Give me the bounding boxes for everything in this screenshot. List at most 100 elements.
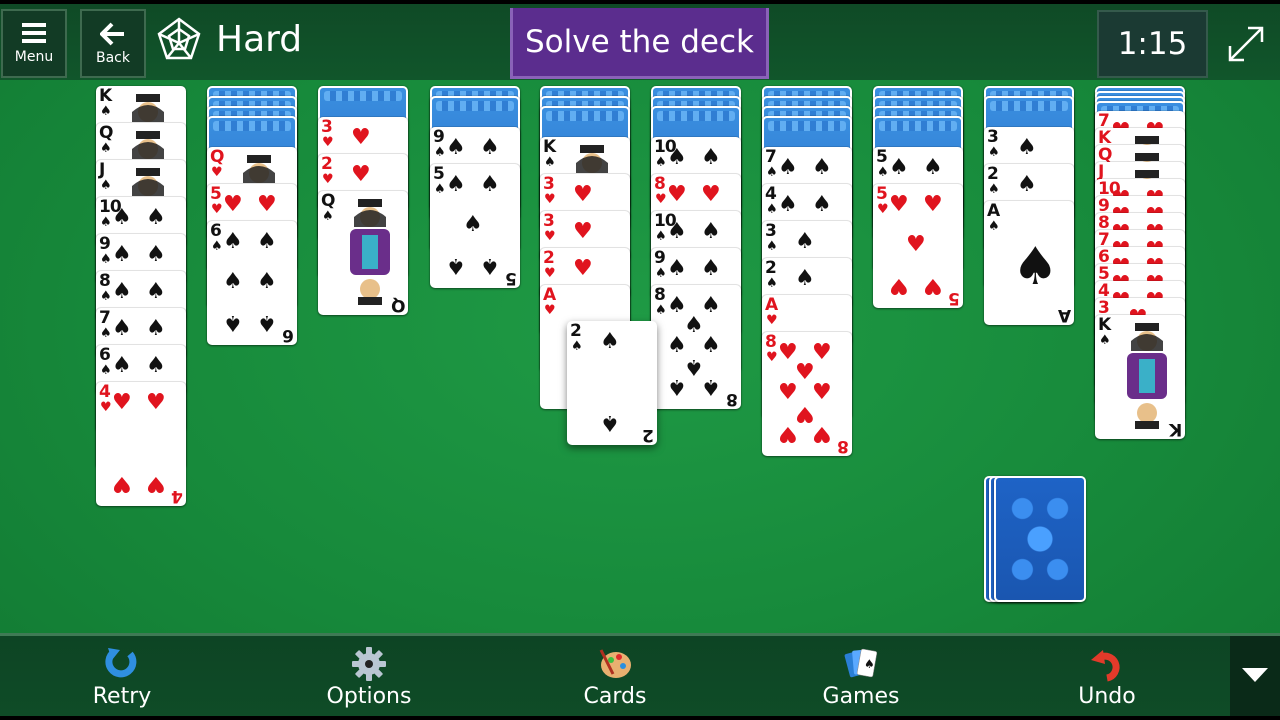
bottom-toolbar: Retry Options Cards ♠ Games Undo: [0, 633, 1280, 720]
card-rank: 7: [99, 308, 111, 328]
chevron-down-icon: [1242, 668, 1268, 682]
spade-icon: ♠: [100, 178, 112, 193]
card-rank: 6: [210, 221, 222, 241]
heart-icon: ♥: [544, 303, 556, 318]
card-rank: 8: [654, 285, 666, 305]
card-rank: Q: [99, 123, 113, 143]
card-rank: 7: [765, 147, 777, 167]
top-bar: Menu Back Hard Solve the deck 1:15: [0, 0, 1280, 80]
menu-button[interactable]: Menu: [1, 9, 67, 78]
card-rank: 9: [433, 127, 445, 147]
more-button[interactable]: [1230, 636, 1280, 716]
card-rank: 2: [987, 164, 999, 184]
spade-icon: ♠: [1099, 333, 1111, 348]
card-rank: K: [543, 137, 556, 157]
spade-icon: ♠: [778, 155, 798, 180]
spade-icon: ♠: [889, 155, 909, 180]
card-rank: 9: [99, 234, 111, 254]
card-rank: 2: [765, 258, 777, 278]
difficulty-title: Hard: [216, 18, 303, 60]
fullscreen-icon[interactable]: [1224, 22, 1268, 66]
card-rank: 5: [506, 268, 517, 288]
cards-button[interactable]: Cards: [555, 646, 675, 716]
menu-label: Menu: [14, 48, 54, 65]
heart-icon: ♥: [544, 192, 556, 207]
spade-icon: ♠: [655, 155, 667, 170]
card-Qs[interactable]: Q ♠ Q: [318, 191, 408, 315]
heart-icon: ♥: [778, 421, 798, 446]
undo-button[interactable]: Undo: [1047, 646, 1167, 716]
dragged-card[interactable]: 2 ♠ ♠ ♠ 2: [567, 321, 657, 445]
heart-icon: ♥: [112, 390, 132, 415]
card-rank: 3: [543, 211, 555, 231]
heart-icon: ♥: [351, 162, 371, 187]
spade-icon: ♠: [112, 242, 132, 267]
card-rank: Q: [391, 295, 405, 315]
spade-icon: ♠: [257, 229, 277, 254]
spade-icon: ♠: [480, 172, 500, 197]
spade-icon: ♠: [112, 279, 132, 304]
goal-banner: Solve the deck: [510, 8, 769, 79]
card-5h[interactable]: 5 ♥ ♥ ♥ ♥ ♥ ♥ 5: [873, 184, 963, 308]
card-rank: 4: [99, 382, 111, 402]
heart-icon: ♥: [544, 266, 556, 281]
back-button[interactable]: Back: [80, 9, 146, 78]
spade-icon: ♠: [211, 239, 223, 254]
heart-icon: ♥: [701, 182, 721, 207]
card-rank: 5: [210, 184, 222, 204]
face-card-art: [1117, 321, 1175, 433]
face-card-art: [340, 197, 398, 309]
undo-icon: [1091, 650, 1120, 682]
card-rank: A: [765, 295, 778, 315]
spade-icon: ♠: [923, 155, 943, 180]
options-button[interactable]: Options: [309, 646, 429, 716]
stock-card: [994, 476, 1086, 602]
spade-icon: ♠: [446, 172, 466, 197]
spade-icon: ♠: [600, 329, 620, 354]
back-label: Back: [96, 49, 130, 66]
heart-icon: ♥: [923, 192, 943, 217]
card-As[interactable]: A ♠ ♠ A: [984, 201, 1074, 325]
spade-icon: ♠: [701, 256, 721, 281]
heart-icon: ♥: [211, 165, 223, 180]
card-rank: 6: [99, 345, 111, 365]
card-rank: 5: [876, 147, 888, 167]
palette-icon: [599, 649, 631, 678]
retry-button[interactable]: Retry: [62, 646, 182, 716]
heart-icon: ♥: [812, 380, 832, 405]
card-8h[interactable]: 8 ♥ ♥ ♥ ♥ ♥ ♥ ♥ ♥ ♥ 8: [762, 332, 852, 456]
spade-icon: ♠: [766, 202, 778, 217]
spade-icon: ♠: [667, 374, 687, 399]
heart-icon: ♥: [257, 192, 277, 217]
heart-icon: ♥: [906, 232, 926, 257]
games-button[interactable]: ♠ Games: [801, 646, 921, 716]
heart-icon: ♥: [667, 182, 687, 207]
spade-icon: ♠: [655, 303, 667, 318]
heart-icon: ♥: [211, 202, 223, 217]
card-rank: 2: [543, 248, 555, 268]
card-rank: 4: [765, 184, 777, 204]
spade-icon: ♠: [667, 219, 687, 244]
stock-pile[interactable]: [984, 476, 1088, 604]
card-6s[interactable]: 6 ♠ ♠ ♠ ♠ ♠ ♠ ♠ 6: [207, 221, 297, 345]
spade-icon: ♠: [480, 135, 500, 160]
card-rank: 2: [570, 321, 582, 341]
spade-icon: ♠: [1017, 172, 1037, 197]
spade-icon: ♠: [655, 266, 667, 281]
card-4h[interactable]: 4 ♥ ♥ ♥ ♥ ♥ 4: [96, 382, 186, 506]
card-Ks[interactable]: K ♠ K: [1095, 315, 1185, 439]
spade-icon: ♠: [146, 316, 166, 341]
spade-icon: ♠: [463, 212, 483, 237]
retry-label: Retry: [92, 684, 152, 709]
card-rank: K: [99, 86, 112, 106]
heart-icon: ♥: [889, 273, 909, 298]
heart-icon: ♥: [112, 471, 132, 496]
spade-icon: ♠: [112, 353, 132, 378]
spade-icon: ♠: [812, 192, 832, 217]
spade-icon: ♠: [1012, 237, 1059, 297]
card-8s[interactable]: 8 ♠ ♠ ♠ ♠ ♠ ♠ ♠ ♠ ♠ 8: [651, 285, 741, 409]
card-rank: Q: [210, 147, 224, 167]
card-5s[interactable]: 5 ♠ ♠ ♠ ♠ ♠ ♠ 5: [430, 164, 520, 288]
spade-icon: ♠: [701, 374, 721, 399]
card-rank: A: [543, 285, 556, 305]
